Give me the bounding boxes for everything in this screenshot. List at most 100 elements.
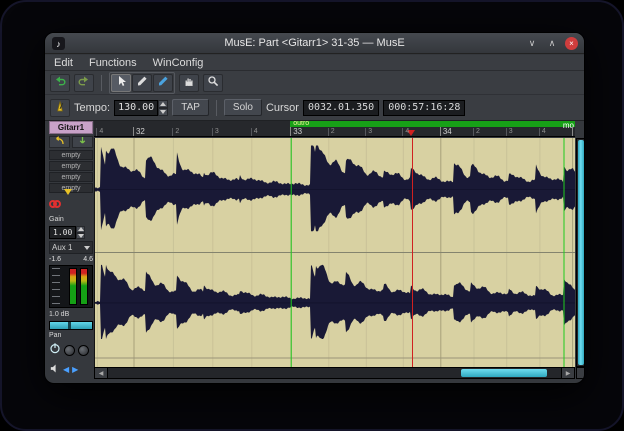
pointer-icon	[115, 74, 127, 92]
app-icon: ♪	[52, 37, 65, 50]
titlebar[interactable]: ♪ MusE: Part <Gitarr1> 31-35 — MusE ∨ ∧ …	[45, 33, 584, 54]
meter-readout-left: -1.6	[49, 256, 61, 263]
solo-button[interactable]: Solo	[224, 99, 262, 116]
hscroll-thumb[interactable]	[461, 369, 547, 377]
window-title: MusE: Part <Gitarr1> 31-35 — MusE	[224, 37, 404, 49]
menubar: Edit Functions WinConfig	[45, 55, 584, 71]
pan-slider[interactable]	[49, 321, 93, 330]
tempo-spinbox[interactable]: 130.00	[114, 100, 168, 116]
ruler-tick: 4	[251, 128, 258, 136]
pan-slider-handle[interactable]	[68, 322, 71, 329]
meter-bar-left	[69, 268, 77, 305]
step-right-button[interactable]: ▶	[72, 365, 78, 375]
vertical-scrollbar-thumb[interactable]	[578, 140, 584, 365]
shade-button[interactable]: ∨	[525, 36, 539, 50]
ruler[interactable]: outro mo 423423423432333435	[94, 121, 575, 137]
aux-select-value: Aux 1	[52, 243, 72, 252]
controller-lane-list: empty empty empty empty	[49, 150, 93, 193]
tempo-label: Tempo:	[74, 102, 110, 114]
meter-bar-right	[80, 268, 88, 305]
ruler-tick: 33	[290, 127, 302, 136]
meter-readouts: -1.6 4.6	[49, 256, 93, 263]
ruler-tick: 3	[365, 128, 372, 136]
ruler-tick: 32	[133, 127, 145, 136]
chevron-down-icon	[84, 246, 90, 250]
controller-lane-button[interactable]: empty	[49, 161, 93, 171]
snap-next-button[interactable]	[72, 136, 93, 148]
controller-lane-button[interactable]: empty	[49, 172, 93, 182]
wave-edit-left-panel: Gitarr1 empty empty empty empty	[48, 121, 94, 379]
green-arrow-down-icon	[77, 133, 88, 151]
knob-button[interactable]	[64, 345, 75, 356]
zoom-tool-button[interactable]	[203, 74, 223, 92]
snap-prev-button[interactable]	[49, 136, 70, 148]
level-meter	[49, 265, 93, 308]
cursor-time-display: 000:57:16:28	[383, 100, 465, 116]
knob-button[interactable]	[78, 345, 89, 356]
ruler-tick: 34	[440, 127, 452, 136]
gain-spinbox[interactable]: 1.00	[49, 226, 93, 239]
menu-item-winconfig[interactable]: WinConfig	[153, 57, 204, 69]
menu-item-edit[interactable]: Edit	[54, 57, 73, 69]
scroll-right-button[interactable]: ▶	[561, 368, 574, 378]
hand-icon	[183, 74, 195, 92]
ruler-tick: 2	[473, 128, 480, 136]
horizontal-scroll-track[interactable]	[108, 368, 561, 378]
pencil-icon	[136, 74, 148, 92]
controller-lane-button[interactable]: empty	[49, 150, 93, 160]
ruler-tick: 3	[212, 128, 219, 136]
pan-tool-button[interactable]	[179, 74, 199, 92]
pointer-tool-button[interactable]	[111, 74, 131, 92]
tap-button[interactable]: TAP	[172, 99, 209, 116]
toolbar-separator2	[216, 100, 217, 116]
arrow-down-button[interactable]	[64, 195, 72, 213]
gain-value: 1.00	[49, 226, 76, 239]
metronome-icon	[54, 99, 66, 117]
stereo-link-icon[interactable]	[49, 195, 61, 213]
ruler-tick: 4	[96, 128, 103, 136]
redo-icon	[78, 74, 90, 92]
pencil-tool-button[interactable]	[132, 74, 152, 92]
marker-outro[interactable]	[290, 121, 575, 127]
speaker-icon[interactable]	[49, 361, 60, 379]
redo-button[interactable]	[74, 74, 94, 92]
magnifier-icon	[207, 74, 219, 92]
undo-icon	[54, 74, 66, 92]
muse-wave-editor-window: ♪ MusE: Part <Gitarr1> 31-35 — MusE ∨ ∧ …	[44, 32, 585, 384]
ruler-tick: 2	[328, 128, 335, 136]
undo-button[interactable]	[50, 74, 70, 92]
tools-toolbar	[45, 71, 584, 95]
step-left-button[interactable]: ◀	[63, 365, 69, 375]
draw-pencil-icon	[157, 74, 169, 92]
pan-label: Pan	[49, 332, 61, 339]
desktop-background: ♪ MusE: Part <Gitarr1> 31-35 — MusE ∨ ∧ …	[0, 0, 624, 431]
horizontal-scrollbar[interactable]: ◀ ▶	[94, 367, 575, 379]
aux-select[interactable]: Aux 1	[49, 241, 93, 254]
scroll-left-button[interactable]: ◀	[95, 368, 108, 378]
metronome-button[interactable]	[50, 99, 70, 117]
vertical-scrollbar[interactable]	[576, 138, 585, 367]
yellow-arrow-left-icon	[54, 133, 65, 151]
ruler-tick: 4	[402, 128, 409, 136]
ruler-tick: 35	[572, 127, 575, 136]
toolbar-separator	[101, 75, 102, 91]
edit-tool-group	[109, 72, 175, 94]
menu-item-functions[interactable]: Functions	[89, 57, 137, 69]
gain-down-button[interactable]	[76, 233, 85, 240]
close-button[interactable]: ×	[565, 37, 578, 50]
wave-canvas[interactable]	[94, 138, 575, 367]
power-icon[interactable]	[49, 341, 61, 359]
tempo-up-button[interactable]	[158, 100, 168, 108]
meter-scale	[52, 268, 60, 305]
draw-tool-button[interactable]	[153, 74, 173, 92]
ruler-tick: 4	[539, 128, 546, 136]
unshade-button[interactable]: ∧	[545, 36, 559, 50]
tempo-value: 130.00	[114, 100, 158, 116]
cursor-position-display: 0032.01.350	[303, 100, 379, 116]
gain-label: Gain	[49, 215, 93, 224]
ruler-tick: 3	[506, 128, 513, 136]
meter-readout-right: 4.6	[83, 256, 93, 263]
db-readout: 1.0 dB	[49, 310, 93, 319]
cursor-label: Cursor	[266, 102, 299, 114]
tempo-down-button[interactable]	[158, 108, 168, 116]
